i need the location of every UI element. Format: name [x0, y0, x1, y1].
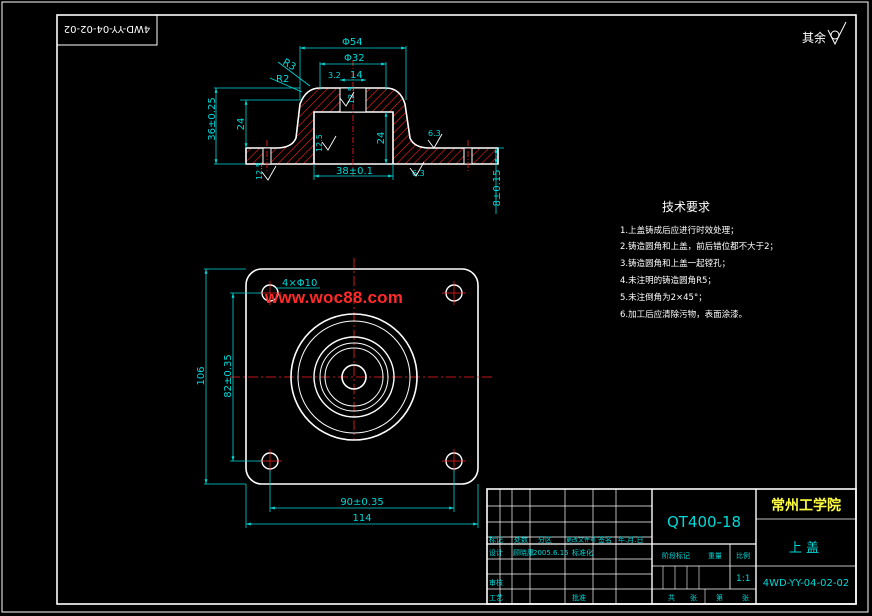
title-block: 标记 处数 分区 更改文件号 签名 年.月.日 设计 顾晓康 2005.6.15… [486, 488, 857, 605]
tb-date-label: 年.月.日 [618, 535, 643, 544]
tech-item: 5.未注倒角为2×45°； [620, 292, 707, 303]
tech-item: 2.铸造圆角和上盖，前后错位都不大于2； [620, 241, 778, 252]
dim-h36: 36±0.25 [207, 97, 218, 140]
dim-h8: 8±0.15 [492, 169, 503, 206]
dim-h24-inner: 24 [376, 132, 387, 145]
tb-stage-label: 阶段标记 [662, 551, 690, 560]
tb-scale-label: 比例 [736, 551, 750, 560]
tb-sign-label: 签名 [598, 535, 612, 544]
dim-h24-left: 24 [236, 118, 247, 131]
tb-design-date: 2005.6.15 [533, 549, 569, 557]
dim-w90: 90±0.35 [340, 497, 383, 508]
tb-designer: 顾晓康 [513, 548, 534, 557]
tb-scale-value: 1:1 [736, 574, 750, 584]
tb-sheet-total: 共 [668, 593, 675, 602]
tech-title: 技术要求 [662, 200, 710, 214]
roughness-mark-icon [321, 135, 337, 151]
tb-sheet-word: 张 [690, 593, 697, 602]
dim-ra-a: 12.5 [255, 162, 264, 180]
tb-count-label: 处数 [514, 535, 528, 544]
dim-h106: 106 [196, 366, 207, 385]
roughness-note: 其余 [802, 30, 826, 45]
section-body [245, 87, 499, 165]
roughness-mark-icon [261, 165, 277, 181]
tech-item: 1.上盖铸成后应进行时效处理； [620, 225, 739, 236]
tb-design-label: 设计 [489, 548, 503, 557]
tb-process-label: 工艺 [489, 594, 503, 602]
tb-school: 常州工学院 [771, 497, 841, 514]
tb-mark-label: 标记 [489, 535, 503, 544]
tb-approve-label: 批准 [572, 593, 586, 602]
tb-drawing-no: 4WD-YY-04-02-02 [763, 578, 849, 589]
dim-r2: R2 [276, 74, 289, 85]
tb-material: QT400-18 [667, 513, 741, 531]
engineering-drawing: 4WD-YY-04-02-02 其余 Φ54 Φ32 14 3.2 R3 R2 … [1, 1, 869, 613]
stamp-text: 4WD-YY-04-02-02 [64, 23, 150, 34]
tb-zone-label: 分区 [538, 535, 552, 544]
tb-weight-label: 重量 [708, 552, 722, 560]
dim-ra-side: 6.3 [428, 129, 441, 138]
dim-h82: 82±0.35 [223, 354, 234, 397]
tech-item: 6.加工后应清除污物，表面涂漆。 [620, 309, 747, 320]
tb-change-doc-label: 更改文件号 [566, 536, 596, 544]
tb-part-name: 上 盖 [789, 541, 819, 556]
roughness-symbol-icon [827, 21, 847, 46]
tech-item: 4.未注明的铸造圆角R5； [620, 275, 716, 286]
section-view: Φ54 Φ32 14 3.2 R3 R2 36±0.25 24 24 38±0.… [207, 37, 504, 214]
tech-item: 3.铸造圆角和上盖一起镗孔； [620, 258, 730, 269]
tb-standard-label: 标准化 [572, 548, 593, 557]
dim-w114: 114 [352, 513, 371, 524]
watermark[interactable]: www.woc88.com [265, 288, 403, 308]
dim-d32: Φ32 [344, 53, 365, 64]
tech-requirements: 技术要求 1.上盖铸成后应进行时效处理； 2.铸造圆角和上盖，前后错位都不大于2… [620, 200, 778, 320]
dim-w14: 14 [350, 70, 363, 81]
dim-r3: R3 [281, 57, 298, 73]
dim-ra-top: 3.2 [328, 71, 341, 80]
dim-d54: Φ54 [342, 37, 363, 48]
tb-sheet-no: 第 [716, 593, 723, 602]
tb-review-label: 审核 [489, 578, 503, 587]
dim-w38: 38±0.1 [336, 166, 373, 177]
tb-sheet-word-2: 张 [742, 593, 749, 602]
